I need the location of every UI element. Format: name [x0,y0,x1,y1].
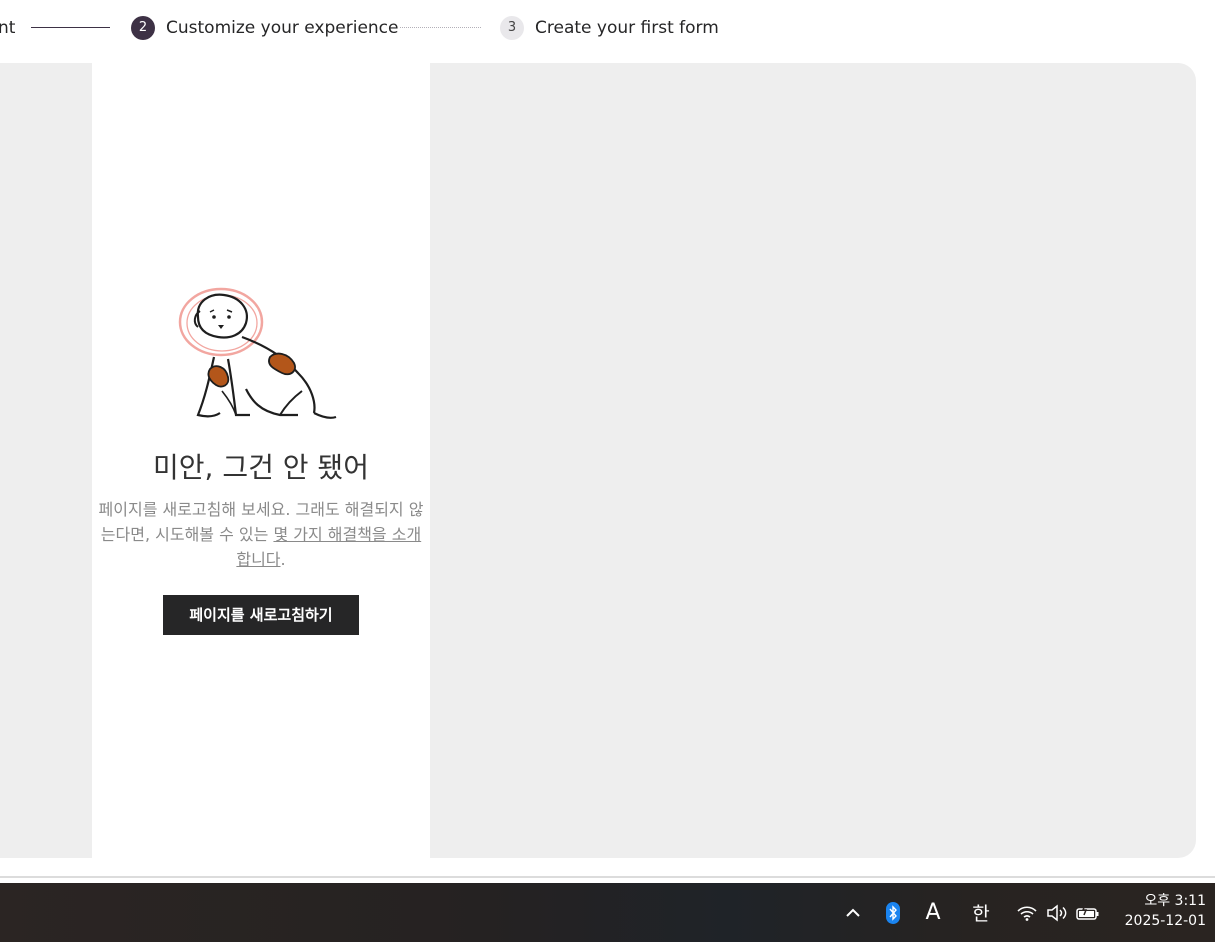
error-body-end: . [280,550,286,569]
dog-with-cone-illustration [178,287,337,419]
clock-date: 2025-12-01 [1124,913,1206,929]
settings-panel: 미안, 그건 안 됐어 페이지를 새로고침해 보세요. 그래도 해결되지 않는다… [92,63,430,858]
onboarding-stepper: nt 2 Customize your experience 3 Create … [0,0,1215,58]
step-2-label[interactable]: Customize your experience [166,16,399,40]
step-2-badge: 2 [131,16,155,40]
wifi-icon[interactable] [1014,883,1040,942]
ime-icon[interactable]: 한 [966,883,996,942]
error-title: 미안, 그건 안 됐어 [153,451,369,484]
step-3-label[interactable]: Create your first form [535,16,719,40]
stepper-connector-pending [400,27,481,28]
step-1-label[interactable]: nt [0,16,15,40]
system-clock[interactable]: 오후 3:11 2025-12-01 [1110,891,1206,931]
font-icon[interactable]: A [918,883,948,942]
clock-time: 오후 3:11 [1144,893,1206,909]
battery-icon[interactable] [1074,883,1102,942]
taskbar: A 한 오후 3:11 2025-12-01 [0,883,1215,942]
bluetooth-icon[interactable] [880,883,906,942]
volume-icon[interactable] [1044,883,1070,942]
chevron-up-icon[interactable] [840,883,866,942]
form-preview-area [430,63,1196,858]
refresh-page-button[interactable]: 페이지를 새로고침하기 [163,595,359,635]
step-3-badge: 3 [500,16,524,40]
window-bottom-divider [0,876,1215,878]
stepper-connector-complete [31,27,110,28]
canvas-left-area [0,63,92,858]
error-message: 페이지를 새로고침해 보세요. 그래도 해결되지 않는다면, 시도해볼 수 있는… [96,497,426,572]
